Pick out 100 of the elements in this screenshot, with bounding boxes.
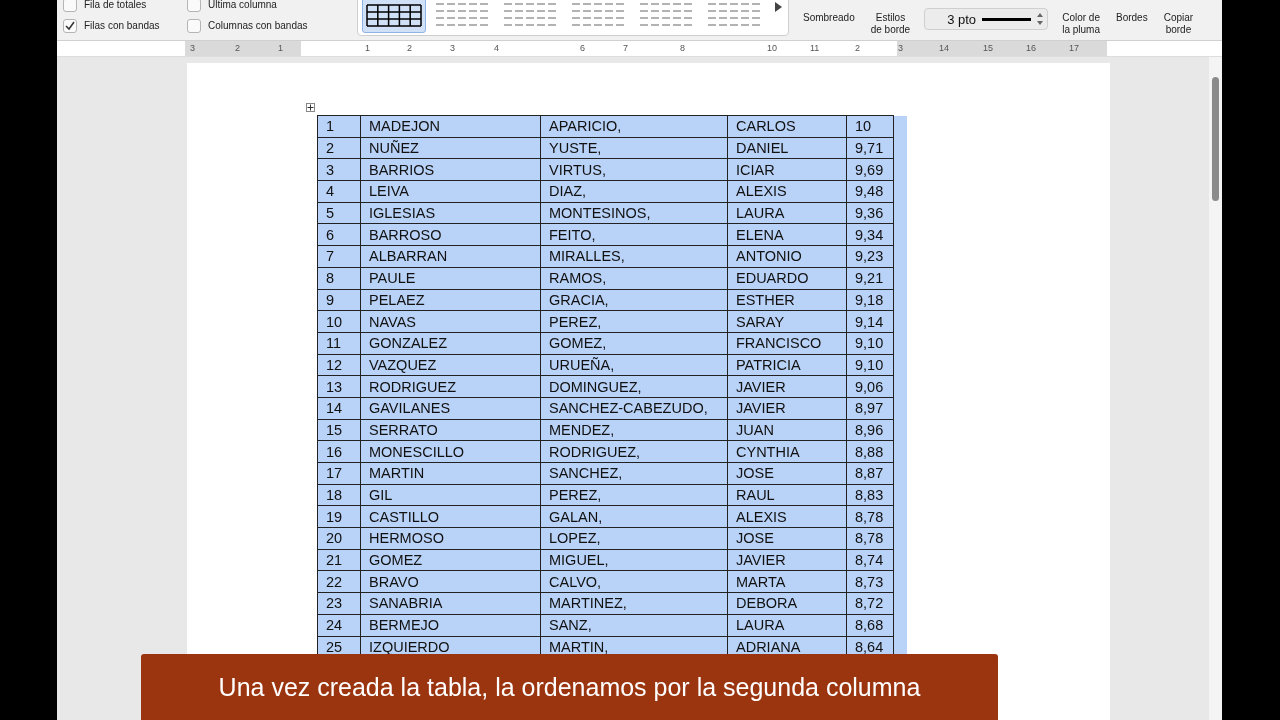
table-cell: MONESCILLO — [360, 440, 541, 463]
table-row[interactable]: 14 GAVILANES SANCHEZ-CABEZUDO, JAVIER 8,97 — [317, 397, 907, 420]
ruler-number: 1 — [365, 43, 370, 53]
table-cell: GALAN, — [540, 505, 728, 528]
table-cell: VIRTUS, — [540, 158, 728, 181]
table-cell: SANCHEZ, — [540, 462, 728, 485]
table-cell: YUSTE, — [540, 137, 728, 159]
table-cell: RODRIGUEZ — [360, 375, 541, 398]
table-cell: FEITO, — [540, 223, 728, 246]
table-cell: PELAEZ — [360, 289, 541, 311]
table-row[interactable]: 20 HERMOSO LOPEZ, JOSE 8,78 — [317, 527, 907, 550]
table-cell: MIRALLES, — [540, 245, 728, 268]
line-weight-field[interactable]: 3 pto — [924, 8, 1049, 30]
table-row[interactable]: 22 BRAVO CALVO, MARTA 8,73 — [317, 570, 907, 593]
ruler-number: 3 — [190, 43, 195, 53]
scrollbar[interactable] — [1209, 57, 1222, 720]
caption-banner: Una vez creada la tabla, la ordenamos por la segunda columna — [141, 654, 998, 720]
checkbox[interactable] — [187, 0, 201, 12]
table-row[interactable]: 3 BARRIOS VIRTUS, ICIAR 9,69 — [317, 158, 907, 181]
table-cell: BRAVO — [360, 570, 541, 593]
table-row[interactable]: 17 MARTIN SANCHEZ, JOSE 8,87 — [317, 462, 907, 485]
table-row[interactable]: 7 ALBARRAN MIRALLES, ANTONIO 9,23 — [317, 245, 907, 268]
ruler-number: 10 — [767, 43, 777, 53]
table-cell: SANABRIA — [360, 592, 541, 615]
table-row[interactable]: 12 VAZQUEZ URUEÑA, PATRICIA 9,10 — [317, 354, 907, 376]
ruler-number: 3 — [898, 43, 903, 53]
table-row[interactable]: 10 NAVAS PEREZ, SARAY 9,14 — [317, 310, 907, 333]
table-row[interactable]: 4 LEIVA DIAZ, ALEXIS 9,48 — [317, 180, 907, 203]
table-row[interactable]: 6 BARROSO FEITO, ELENA 9,34 — [317, 223, 907, 246]
table-cell: MONTESINOS, — [540, 202, 728, 224]
ruler-number: 16 — [1026, 43, 1036, 53]
table-cell: CASTILLO — [360, 505, 541, 528]
table-row[interactable]: 15 SERRATO MENDEZ, JUAN 8,96 — [317, 419, 907, 441]
table-cell: SANZ, — [540, 614, 728, 636]
table-row[interactable]: 13 RODRIGUEZ DOMINGUEZ, JAVIER 9,06 — [317, 375, 907, 398]
table-row[interactable]: 23 SANABRIA MARTINEZ, DEBORA 8,72 — [317, 592, 907, 615]
checkbox[interactable] — [63, 0, 77, 12]
table-cell: 17 — [317, 462, 361, 485]
table-style-icon — [365, 1, 423, 29]
ruler-number: 2 — [235, 43, 240, 53]
table-cell: 1 — [317, 115, 361, 138]
table-row[interactable]: 2 NUÑEZ YUSTE, DANIEL 9,71 — [317, 137, 907, 159]
table-cell: 21 — [317, 549, 361, 571]
table-row[interactable]: 5 IGLESIAS MONTESINOS, LAURA 9,36 — [317, 202, 907, 224]
table-row[interactable]: 8 PAULE RAMOS, EDUARDO 9,21 — [317, 267, 907, 289]
table-style-option[interactable] — [362, 0, 426, 33]
table-row[interactable]: 9 PELAEZ GRACIA, ESTHER 9,18 — [317, 289, 907, 311]
table-row[interactable]: 16 MONESCILLO RODRIGUEZ, CYNTHIA 8,88 — [317, 440, 907, 463]
table-cell: MARTIN — [360, 462, 541, 485]
ribbon-button[interactable]: Bordes — [1108, 0, 1156, 24]
ribbon-button[interactable]: Sombreado — [795, 0, 863, 24]
table-move-handle-icon[interactable] — [306, 103, 315, 112]
ruler-number: 2 — [855, 43, 860, 53]
table-cell: DOMINGUEZ, — [540, 375, 728, 398]
table-cell: ALBARRAN — [360, 245, 541, 268]
table-cell: PAULE — [360, 267, 541, 289]
table-row[interactable]: 21 GOMEZ MIGUEL, JAVIER 8,74 — [317, 549, 907, 571]
ruler-number: 2 — [407, 43, 412, 53]
checkbox[interactable] — [187, 18, 201, 33]
checkbox[interactable] — [63, 18, 77, 33]
table-cell: 2 — [317, 137, 361, 159]
table-row[interactable]: 24 BERMEJO SANZ, LAURA 8,68 — [317, 614, 907, 636]
triangle-right-icon[interactable] — [772, 1, 784, 13]
table-cell: GIL — [360, 484, 541, 506]
table-cell: GRACIA, — [540, 289, 728, 311]
table-cell: DIAZ, — [540, 180, 728, 203]
table-cell: APARICIO, — [540, 115, 728, 138]
table-cell: GOMEZ — [360, 549, 541, 571]
ribbon-button[interactable]: Color de la pluma — [1054, 0, 1108, 36]
table-cell: URUEÑA, — [540, 354, 728, 376]
stepper-icon — [1037, 13, 1044, 25]
ribbon-button[interactable]: Copiar borde — [1155, 0, 1202, 36]
table-cell: 7 — [317, 245, 361, 268]
table-row[interactable]: 11 GONZALEZ GOMEZ, FRANCISCO 9,10 — [317, 332, 907, 355]
table-cell: 24 — [317, 614, 361, 636]
ruler-number: 17 — [1069, 43, 1079, 53]
table-row[interactable]: 18 GIL PEREZ, RAUL 8,83 — [317, 484, 907, 506]
table-row[interactable]: 19 CASTILLO GALAN, ALEXIS 8,78 — [317, 505, 907, 528]
table-cell: PEREZ, — [540, 310, 728, 333]
table-cell: 10 — [846, 115, 894, 138]
table-cell: 10 — [317, 310, 361, 333]
table-cell: NAVAS — [360, 310, 541, 333]
table-row[interactable]: 1 MADEJON APARICIO, CARLOS 10 — [317, 115, 907, 138]
table-cell: 22 — [317, 570, 361, 593]
table-cell: LOPEZ, — [540, 527, 728, 550]
table-cell: CALVO, — [540, 570, 728, 593]
ribbon-button[interactable]: Estilos de borde — [862, 0, 919, 36]
check-icon — [65, 20, 75, 31]
ruler-number: 15 — [983, 43, 993, 53]
ruler-number: 8 — [680, 43, 685, 53]
table-cell: 12 — [317, 354, 361, 376]
ruler-number: 4 — [494, 43, 499, 53]
ruler-number: 3 — [450, 43, 455, 53]
table-cell: 15 — [317, 419, 361, 441]
checkbox-label: Columnas con bandas — [208, 20, 308, 31]
ruler-number: 11 — [810, 43, 820, 53]
table-cell: CARLOS — [727, 115, 847, 138]
table-cell: RAMOS, — [540, 267, 728, 289]
table-cell: 13 — [317, 375, 361, 398]
table-cell: BARROSO — [360, 223, 541, 246]
